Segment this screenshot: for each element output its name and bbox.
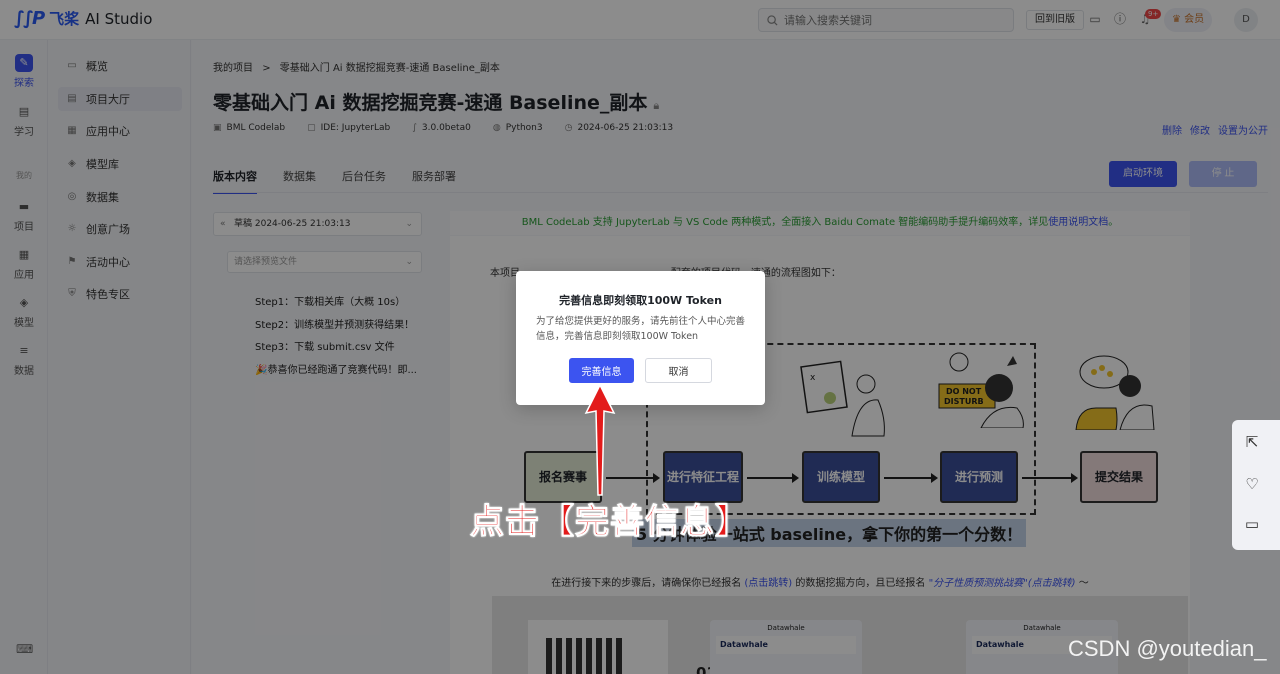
cancel-button[interactable]: 取消 (645, 358, 712, 383)
complete-info-dialog: 完善信息即刻领取100W Token 为了给您提供更好的服务，请先前往个人中心完… (516, 271, 765, 405)
comment-icon[interactable]: ▭ (1242, 514, 1262, 534)
red-arrow-annotation (584, 383, 616, 496)
floating-toolbar: ⇱ ♡ ▭ (1232, 420, 1280, 550)
watermark: CSDN @youtedian_ (1068, 636, 1267, 661)
complete-info-button[interactable]: 完善信息 (569, 358, 634, 383)
dialog-title: 完善信息即刻领取100W Token (559, 294, 722, 307)
heart-icon[interactable]: ♡ (1242, 474, 1262, 494)
annotation-text: 点击【完善信息】 (470, 502, 750, 543)
dialog-body: 为了给您提供更好的服务，请先前往个人中心完善信息，完善信息即刻领取100W To… (536, 316, 746, 342)
share-icon[interactable]: ⇱ (1242, 432, 1262, 452)
